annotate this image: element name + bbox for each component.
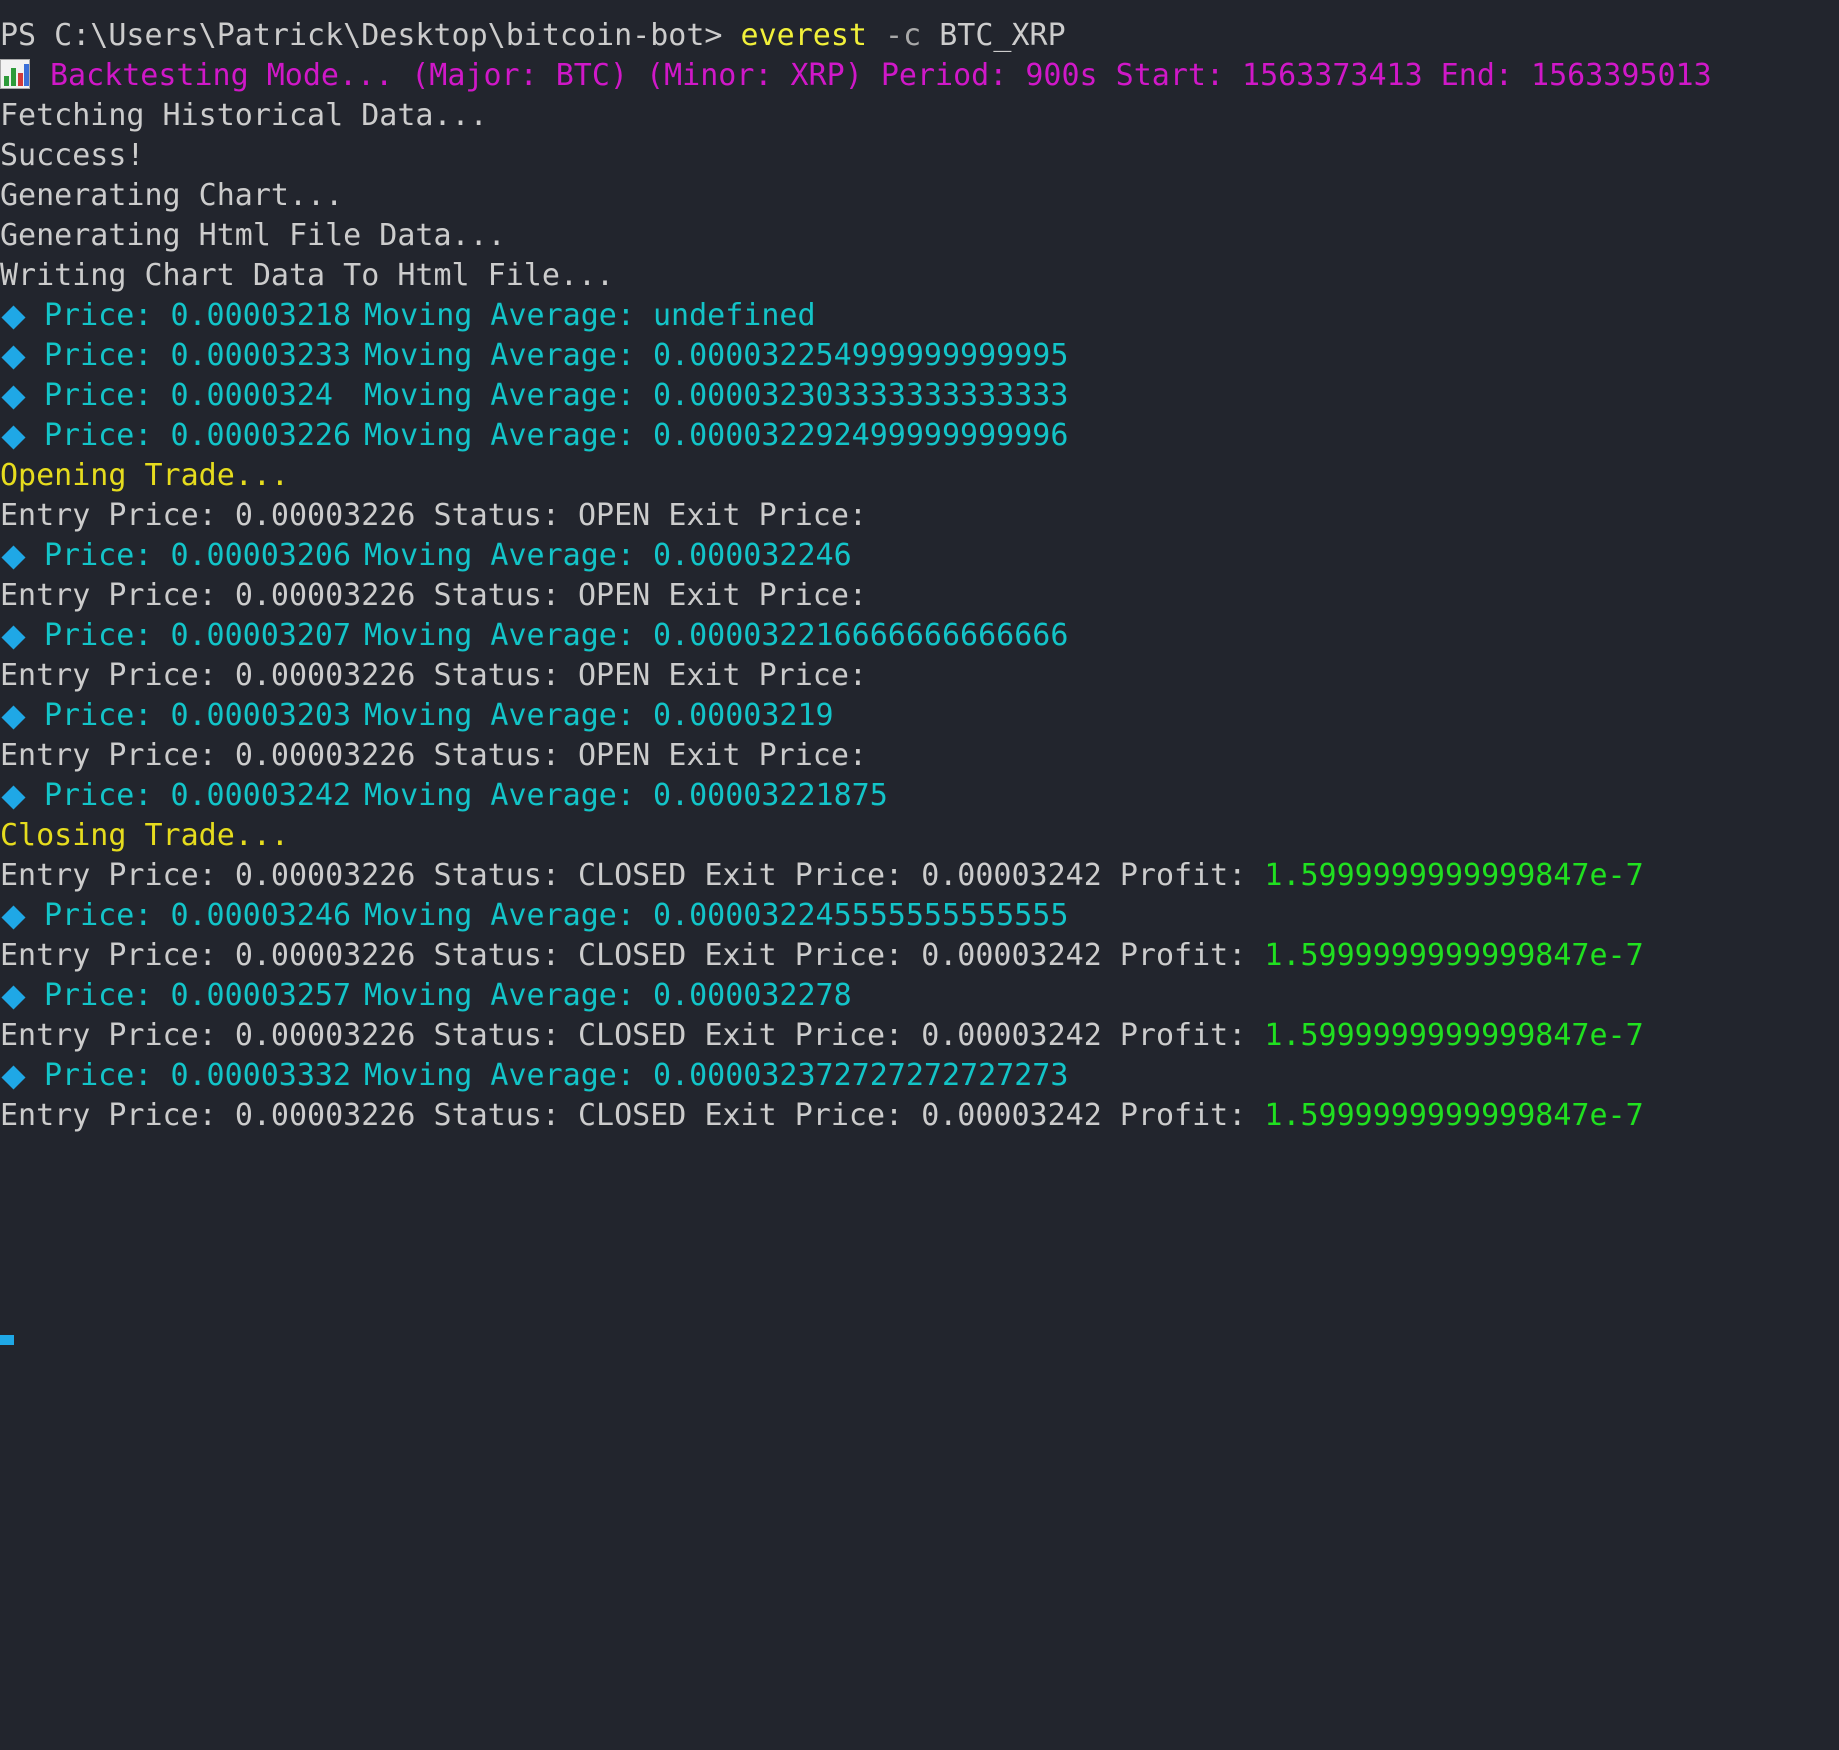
prompt-path: PS C:\Users\Patrick\Desktop\bitcoin-bot>: [0, 18, 723, 53]
diamond-icon: [1, 1065, 26, 1090]
trade-status-value: OPEN: [578, 738, 651, 773]
exit-price-value: 0.00003242: [921, 1098, 1102, 1133]
entry-price-value: 0.00003226: [234, 578, 416, 613]
diamond-icon: [1, 385, 26, 410]
moving-average-value: 0.000032372727272727273: [652, 1058, 1069, 1093]
diamond-icon: [1, 425, 26, 450]
moving-average-value: 0.00003221875: [652, 778, 888, 813]
exit-price-value: 0.00003242: [921, 858, 1102, 893]
diamond-icon: [1, 985, 26, 1010]
terminal-window[interactable]: PS C:\Users\Patrick\Desktop\bitcoin-bot>…: [0, 0, 1839, 1345]
moving-average-value: 0.000032303333333333333: [652, 378, 1069, 413]
trade-status-value: OPEN: [578, 658, 651, 693]
price-value: 0.00003203: [170, 698, 352, 733]
entry-price-value: 0.00003226: [234, 658, 416, 693]
price-value: 0.00003218: [170, 298, 352, 333]
diamond-icon: [1, 545, 26, 570]
entry-price-value: 0.00003226: [234, 1018, 416, 1053]
entry-price-value: 0.00003226: [234, 1098, 416, 1133]
diamond-icon: [0, 1335, 14, 1345]
trade-status-value: CLOSED: [578, 938, 687, 973]
entry-price-value: 0.00003226: [234, 498, 416, 533]
diamond-icon: [1, 625, 26, 650]
price-value: 0.00003207: [170, 618, 352, 653]
moving-average-value: 0.000032245555555555555: [652, 898, 1069, 933]
exit-price-value: 0.00003242: [921, 1018, 1102, 1053]
trade-status-value: OPEN: [578, 578, 651, 613]
exit-price-value: 0.00003242: [921, 938, 1102, 973]
trade-status-line: Entry Price: 0.00003226 Status: CLOSED E…: [0, 1098, 1644, 1133]
trade-status-value: CLOSED: [578, 858, 687, 893]
price-value: 0.00003246: [170, 898, 352, 933]
price-value: 0.00003206: [170, 538, 352, 573]
profit-value: 1.5999999999999847e-7: [1264, 1098, 1644, 1133]
diamond-icon: [1, 705, 26, 730]
profit-value: 1.5999999999999847e-7: [1264, 1018, 1644, 1053]
profit-value: 1.5999999999999847e-7: [1264, 858, 1644, 893]
trade-status-value: OPEN: [578, 498, 651, 533]
price-value: 0.0000324: [170, 378, 333, 413]
trade-status-value: CLOSED: [578, 1018, 687, 1053]
entry-price-value: 0.00003226: [234, 938, 416, 973]
moving-average-value: 0.000032216666666666666: [652, 618, 1069, 653]
price-value: 0.00003226: [170, 418, 352, 453]
moving-average-value: undefined: [652, 298, 816, 333]
moving-average-value: 0.000032254999999999995: [652, 338, 1069, 373]
trade-status-value: CLOSED: [578, 1098, 687, 1133]
diamond-icon: [1, 345, 26, 370]
diamond-icon: [1, 905, 26, 930]
entry-price-value: 0.00003226: [234, 738, 416, 773]
backtesting-mode-text: Backtesting Mode... (Major: BTC) (Minor:…: [50, 58, 1712, 93]
price-value: 0.00003233: [170, 338, 352, 373]
command-flag: -c: [885, 18, 922, 53]
price-value: 0.00003257: [170, 978, 352, 1013]
diamond-icon: [1, 305, 26, 330]
profit-value: 1.5999999999999847e-7: [1264, 938, 1644, 973]
moving-average-value: 0.000032278: [652, 978, 852, 1013]
moving-average-value: 0.000032246: [652, 538, 852, 573]
entry-price-value: 0.00003226: [234, 858, 416, 893]
bar-chart-icon: [0, 59, 30, 89]
price-value: 0.00003242: [170, 778, 352, 813]
command-name: everest: [740, 18, 867, 53]
moving-average-value: 0.00003219: [652, 698, 834, 733]
diamond-icon: [1, 785, 26, 810]
moving-average-value: 0.000032292499999999996: [652, 418, 1069, 453]
price-value: 0.00003332: [170, 1058, 352, 1093]
command-argument: BTC_XRP: [939, 18, 1066, 53]
